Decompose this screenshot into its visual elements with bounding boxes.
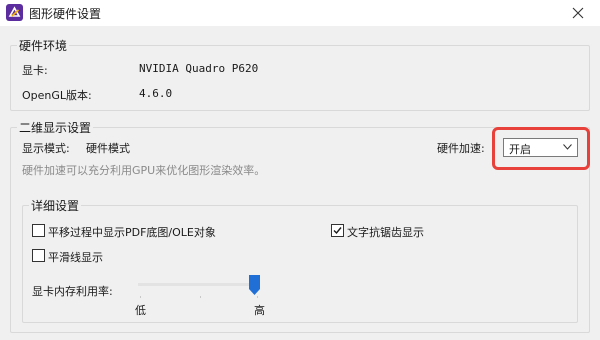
gpu-value: NVIDIA Quadro P620 [139,62,259,75]
window-title: 图形硬件设置 [29,7,102,21]
app-logo-icon [6,4,23,21]
smooth-line-checkbox[interactable] [32,249,45,262]
opengl-value: 4.6.0 [139,87,173,100]
close-icon [572,7,584,19]
gpu-memory-slider-track[interactable] [138,283,260,286]
hw-accel-select[interactable]: 开启 [503,138,578,157]
title-bar: 图形硬件设置 [0,0,600,26]
slider-min-label: 低 [135,304,146,317]
pan-pdf-ole-checkbox[interactable] [32,224,45,237]
slider-max-label: 高 [254,304,265,317]
text-antialias-checkbox[interactable] [331,224,344,237]
chevron-down-icon [563,144,572,150]
gpu-memory-slider-thumb[interactable] [248,275,260,295]
gpu-memory-label: 显卡内存利用率: [32,285,113,298]
checkmark-icon [333,227,342,235]
pan-pdf-ole-label[interactable]: 平移过程中显示PDF底图/OLE对象 [48,224,216,240]
gpu-label: 显卡: [22,64,48,77]
details-title: 详细设置 [29,197,82,214]
hw-accel-label: 硬件加速: [437,142,485,155]
display-mode-value: 硬件模式 [86,142,130,155]
hardware-env-title: 硬件环境 [17,37,70,54]
hw-accel-value: 开启 [509,143,531,156]
slider-tick [257,296,258,298]
accel-hint-text: 硬件加速可以充分利用GPU来优化图形渲染效率。 [22,164,266,177]
hardware-env-group [10,45,590,111]
slider-tick [140,296,141,298]
slider-tick [200,296,201,298]
text-antialias-label[interactable]: 文字抗锯齿显示 [347,224,424,240]
opengl-label: OpenGL版本: [22,89,92,102]
display-2d-title: 二维显示设置 [17,119,94,136]
close-button[interactable] [556,0,600,26]
display-mode-label: 显示模式: [22,142,70,155]
details-group [22,205,578,323]
smooth-line-label[interactable]: 平滑线显示 [48,249,103,265]
